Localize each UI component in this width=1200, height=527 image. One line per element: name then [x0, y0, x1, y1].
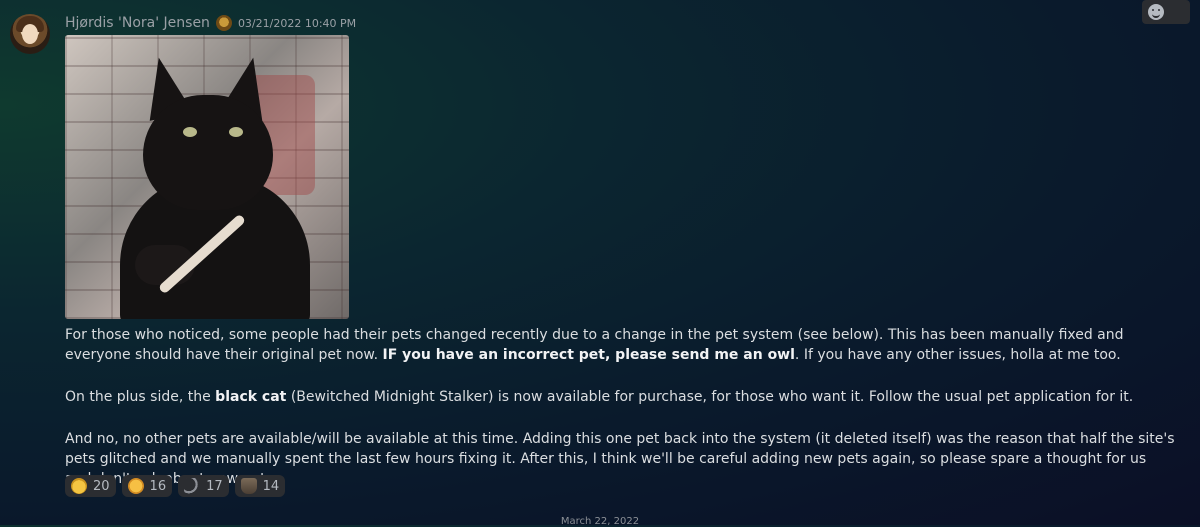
- message-timestamp[interactable]: 03/21/2022 10:40 PM: [238, 17, 356, 30]
- message-header: Hjørdis 'Nora' Jensen 03/21/2022 10:40 P…: [65, 13, 356, 33]
- reaction-cauldron[interactable]: 14: [234, 475, 286, 497]
- text-run-bold: black cat: [215, 389, 287, 405]
- reaction-dizzy-face[interactable]: 16: [121, 475, 173, 497]
- reactions-bar: 20 16 17 14: [65, 475, 286, 497]
- cat-head: [143, 95, 273, 210]
- paragraph-2: On the plus side, the black cat (Bewitch…: [65, 387, 1175, 407]
- add-reaction-button[interactable]: [1142, 0, 1190, 24]
- reaction-count: 20: [93, 478, 110, 494]
- reaction-thumbs-up[interactable]: 20: [65, 475, 116, 497]
- message: Hjørdis 'Nora' Jensen 03/21/2022 10:40 P…: [0, 0, 1200, 527]
- avatar-face: [22, 24, 38, 44]
- reaction-count: 17: [206, 478, 223, 494]
- reaction-count: 14: [262, 478, 280, 494]
- cauldron-icon: [240, 478, 257, 494]
- text-run-bold: IF you have an incorrect pet, please sen…: [382, 347, 795, 363]
- smiley-icon: [1148, 4, 1164, 20]
- text-run: (Bewitched Midnight Stalker) is now avai…: [286, 389, 1134, 405]
- date-divider: March 22, 2022: [560, 516, 640, 527]
- text-run: On the plus side, the: [65, 389, 216, 405]
- cat-eye-right: [229, 127, 243, 137]
- thumbs-up-icon: [71, 478, 87, 494]
- dizzy-face-icon: [127, 478, 144, 494]
- user-avatar[interactable]: [10, 14, 50, 54]
- moon-icon: [184, 478, 201, 494]
- reaction-moon[interactable]: 17: [178, 475, 229, 497]
- message-content: For those who noticed, some people had t…: [65, 325, 1175, 489]
- owl-badge-icon: [215, 15, 232, 31]
- black-cat-image[interactable]: [65, 35, 349, 319]
- paragraph-1: For those who noticed, some people had t…: [65, 325, 1175, 365]
- reaction-count: 16: [149, 478, 167, 494]
- text-run: . If you have any other issues, holla at…: [794, 347, 1121, 363]
- cat-eye-left: [183, 127, 197, 137]
- username[interactable]: Hjørdis 'Nora' Jensen: [65, 15, 210, 31]
